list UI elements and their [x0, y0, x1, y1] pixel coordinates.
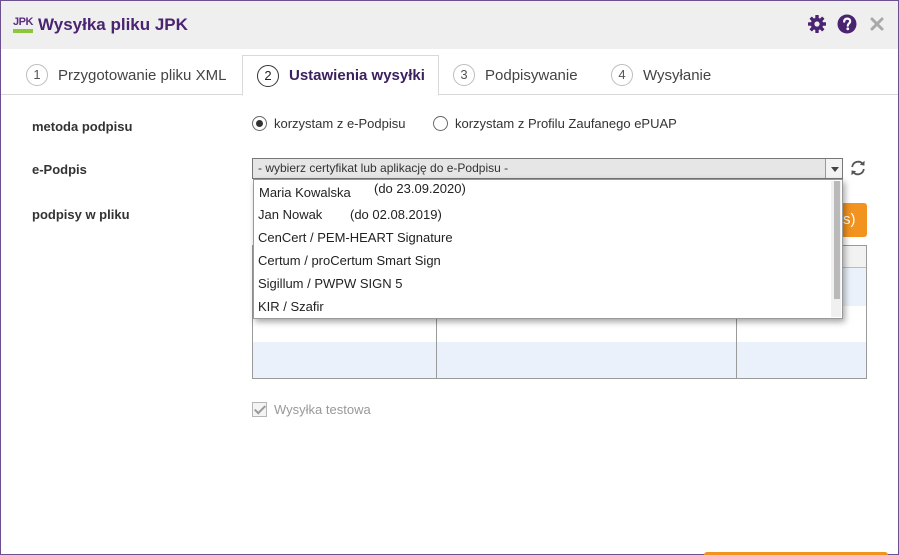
option-name: CenCert / PEM-HEART Signature [258, 230, 453, 245]
tab-label: Przygotowanie pliku XML [58, 66, 227, 84]
tab-signing[interactable]: 3 Podpisywanie [453, 55, 578, 95]
option-name: Certum / proCertum Smart Sign [258, 253, 441, 268]
tab-label: Podpisywanie [485, 66, 578, 84]
certificate-select[interactable]: - wybierz certyfikat lub aplikację do e-… [252, 158, 843, 179]
signatures-label: podpisy w pliku [32, 207, 130, 222]
chevron-down-icon[interactable] [825, 159, 842, 178]
tab-number: 4 [611, 64, 633, 86]
dropdown-option-certum[interactable]: Certum / proCertum Smart Sign [254, 249, 831, 272]
option-name: Sigillum / PWPW SIGN 5 [258, 276, 403, 291]
dropdown-option-cencert[interactable]: CenCert / PEM-HEART Signature [254, 226, 831, 249]
tab-label: Ustawienia wysyłki [289, 67, 425, 84]
refresh-icon[interactable] [849, 159, 867, 177]
add-signature-button-label: s) [843, 211, 856, 228]
option-name: Maria Kowalska [259, 185, 351, 200]
dropdown-option-maria-kowalska[interactable]: Maria Kowalska (do 23.09.2020) [254, 181, 831, 204]
test-send-checkbox[interactable]: Wysyłka testowa [252, 402, 371, 417]
certificate-dropdown-list: Maria Kowalska (do 23.09.2020) Jan Nowak (… [253, 179, 843, 319]
logo-bar [13, 29, 33, 33]
option-name: Jan Nowak [258, 207, 323, 222]
window-title: Wysyłka pliku JPK [38, 15, 188, 34]
radio-epodpis-label: korzystam z e-Podpisu [274, 116, 406, 131]
certificate-select-value: - wybierz certyfikat lub aplikację do e-… [258, 161, 509, 175]
radio-epuap-label: korzystam z Profilu Zaufanego ePUAP [455, 116, 677, 131]
radio-epodpis[interactable]: korzystam z e-Podpisu [252, 116, 406, 131]
table-row [253, 342, 866, 378]
test-send-label: Wysyłka testowa [274, 402, 371, 417]
radio-epuap[interactable]: korzystam z Profilu Zaufanego ePUAP [433, 116, 677, 131]
option-date: (do 02.08.2019) [350, 207, 442, 222]
logo-text: JPK [13, 16, 33, 28]
tab-number: 2 [257, 64, 279, 87]
option-date: (do 23.09.2020) [374, 181, 466, 196]
epodpis-label: e-Podpis [32, 162, 87, 177]
tab-number: 3 [453, 64, 475, 86]
wizard-tabs: 1 Przygotowanie pliku XML 2 Ustawienia w… [1, 49, 898, 96]
help-icon[interactable] [837, 14, 857, 34]
jpk-logo: JPK [13, 16, 33, 34]
radio-dot[interactable] [433, 116, 448, 131]
dropdown-option-kir-szafir[interactable]: KIR / Szafir [254, 295, 831, 318]
close-icon[interactable] [867, 14, 887, 34]
title-bar: JPK Wysyłka pliku JPK [1, 1, 898, 49]
gear-icon[interactable] [807, 14, 827, 34]
radio-dot-selected[interactable] [252, 116, 267, 131]
option-name: KIR / Szafir [258, 299, 324, 314]
dropdown-option-sigillum[interactable]: Sigillum / PWPW SIGN 5 [254, 272, 831, 295]
signing-method-label: metoda podpisu [32, 119, 133, 134]
dropdown-option-jan-nowak[interactable]: Jan Nowak (do 02.08.2019) [254, 203, 831, 226]
tab-prepare-xml[interactable]: 1 Przygotowanie pliku XML [26, 55, 226, 95]
tab-label: Wysyłanie [643, 66, 712, 84]
dropdown-scrollbar-thumb[interactable] [834, 181, 840, 299]
tab-sending[interactable]: 4 Wysyłanie [611, 55, 711, 95]
tab-send-settings[interactable]: 2 Ustawienia wysyłki [242, 55, 439, 96]
jpk-send-window: JPK Wysyłka pliku JPK 1 Przygotowanie pl… [0, 0, 899, 555]
checkbox-checked[interactable] [252, 402, 267, 417]
tab-number: 1 [26, 64, 48, 86]
